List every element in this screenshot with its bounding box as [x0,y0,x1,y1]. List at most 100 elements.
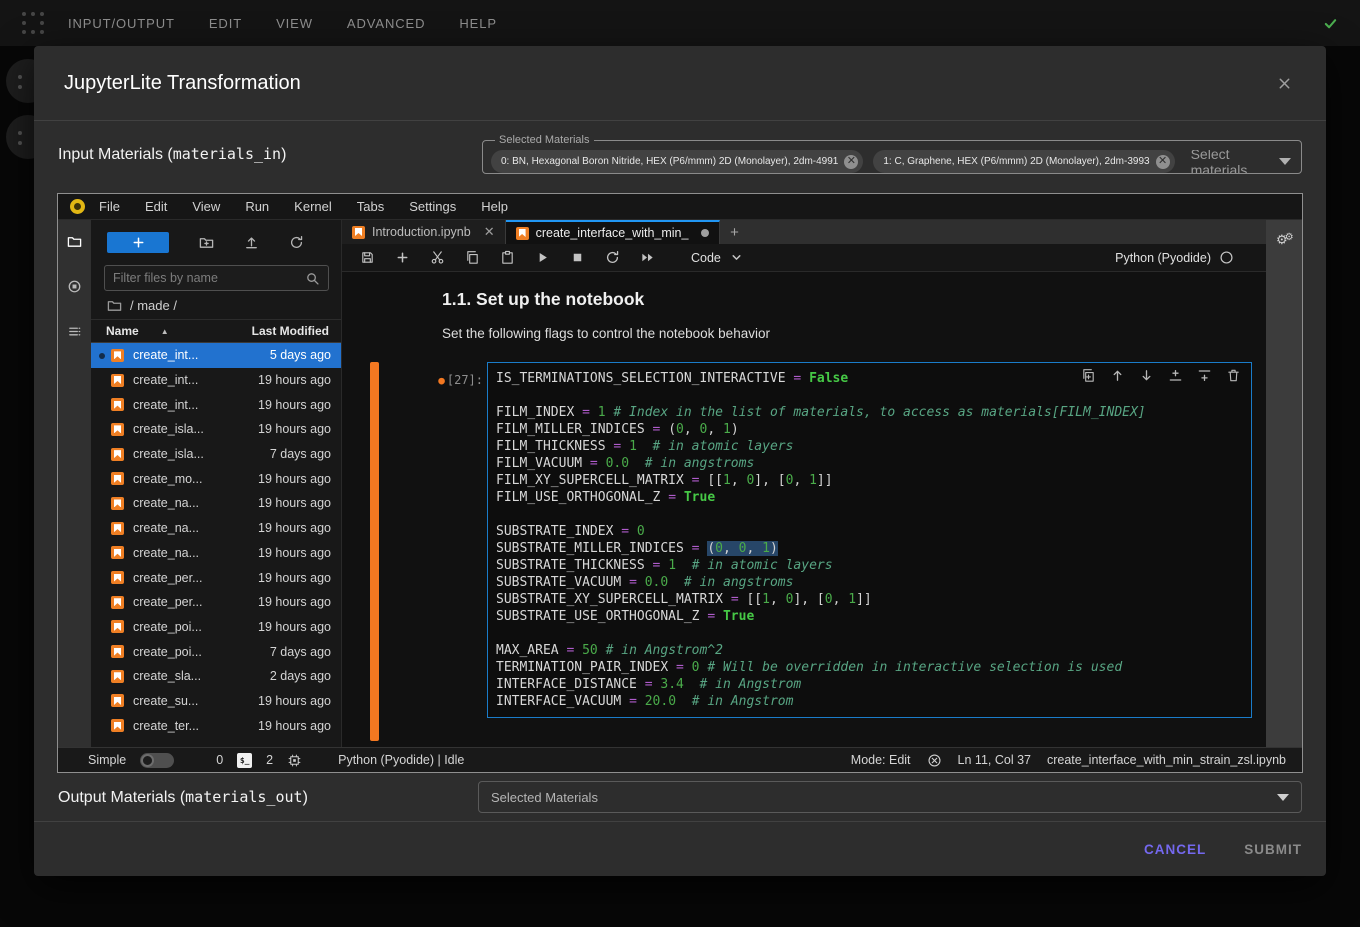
material-chip[interactable]: 1: C, Graphene, HEX (P6/mmm) 2D (Monolay… [873,150,1174,173]
cell-type-select[interactable]: Code [691,251,721,265]
jlab-menu-item-run[interactable]: Run [245,199,269,214]
app-menu-item-advanced[interactable]: ADVANCED [347,16,425,31]
select-materials-placeholder[interactable]: Select materials [1191,150,1267,173]
file-row[interactable]: create_na...19 hours ago [91,516,341,541]
file-row[interactable]: create_isla...19 hours ago [91,417,341,442]
kernel-indicator[interactable]: Python (Pyodide) [1115,250,1254,265]
duplicate-cell-icon[interactable] [1081,368,1096,383]
jlab-menu-item-file[interactable]: File [99,199,120,214]
jlab-menu-item-tabs[interactable]: Tabs [357,199,384,214]
cell-collapser[interactable] [370,362,379,741]
code-cell[interactable]: ●[27]: IS_TERMINATIONS_SELECTION_INTERAC… [342,362,1266,741]
delete-cell-icon[interactable] [1226,368,1241,383]
file-filter-box[interactable] [104,265,329,291]
file-row[interactable]: create_per...19 hours ago [91,565,341,590]
app-menu-item-help[interactable]: HELP [459,16,497,31]
file-name: create_int... [133,348,198,362]
kernels-count[interactable]: 2 [266,753,273,767]
app-menu-item-view[interactable]: VIEW [276,16,313,31]
file-list-header[interactable]: Name ▲ Last Modified [91,319,341,343]
grid-dots-icon[interactable] [22,12,44,34]
file-row[interactable]: create_int...19 hours ago [91,392,341,417]
run-all-cells-icon[interactable] [640,250,655,265]
insert-cell-below-icon[interactable] [1197,368,1212,383]
file-row[interactable]: create_na...19 hours ago [91,491,341,516]
new-tab-button[interactable]: + [720,220,748,244]
output-materials-select[interactable]: Selected Materials [478,781,1302,813]
breadcrumb-path[interactable]: / made / [130,298,177,313]
settings-gears-icon[interactable]: ⚙⚙ [1276,232,1291,248]
cell-type-caret-icon[interactable] [729,250,744,265]
app-menu-item-input-output[interactable]: INPUT/OUTPUT [68,16,175,31]
output-materials-label: Output Materials (materials_out) [58,788,308,807]
jlab-menu-item-help[interactable]: Help [481,199,508,214]
terminals-count[interactable]: 0 [216,753,223,767]
trust-shield-icon[interactable] [927,753,942,768]
app-menu-item-edit[interactable]: EDIT [209,16,242,31]
column-last-modified[interactable]: Last Modified [252,324,329,338]
paste-cells-icon[interactable] [500,250,515,265]
selected-materials-fieldset[interactable]: Selected Materials 0: BN, Hexagonal Boro… [482,134,1302,174]
new-launcher-button[interactable] [107,232,169,253]
file-row[interactable]: create_na...19 hours ago [91,541,341,566]
material-chip[interactable]: 0: BN, Hexagonal Boron Nitride, HEX (P6/… [491,150,863,173]
cancel-button[interactable]: CANCEL [1144,842,1206,857]
file-row[interactable]: create_int...5 days ago [91,343,341,368]
save-icon[interactable] [360,250,375,265]
refresh-icon[interactable] [289,235,304,250]
file-row[interactable]: create_isla...7 days ago [91,442,341,467]
tab-create-interface[interactable]: create_interface_with_min_ [506,220,721,244]
chip-delete-icon[interactable]: ✕ [844,155,858,169]
file-modified: 19 hours ago [258,719,331,733]
restart-kernel-icon[interactable] [605,250,620,265]
file-row[interactable]: create_per...19 hours ago [91,590,341,615]
input-label-prefix: Input Materials ( [58,146,173,163]
cursor-position[interactable]: Ln 11, Col 37 [958,753,1031,767]
jlab-menu-item-view[interactable]: View [192,199,220,214]
submit-button[interactable]: SUBMIT [1244,842,1302,857]
tab-label[interactable]: Introduction.ipynb [372,225,471,239]
running-kernels-icon[interactable] [67,279,82,294]
jlab-menu-item-edit[interactable]: Edit [145,199,167,214]
stop-kernel-icon[interactable] [570,250,585,265]
kernel-status-text[interactable]: Python (Pyodide) | Idle [338,753,464,767]
file-row[interactable]: create_su...19 hours ago [91,689,341,714]
dropdown-caret-icon[interactable] [1277,794,1289,801]
breadcrumb[interactable]: / made / [91,291,341,319]
file-row[interactable]: create_poi...7 days ago [91,639,341,664]
file-modified: 19 hours ago [258,373,331,387]
jlab-menu-item-settings[interactable]: Settings [409,199,456,214]
tab-label[interactable]: create_interface_with_min_ [536,226,689,240]
run-cell-icon[interactable] [535,250,550,265]
file-row[interactable]: create_poi...19 hours ago [91,615,341,640]
cut-cells-icon[interactable] [430,250,445,265]
file-filter-input[interactable] [113,271,305,285]
insert-cell-above-icon[interactable] [1168,368,1183,383]
file-row[interactable]: create_int...19 hours ago [91,368,341,393]
jlab-menu-item-kernel[interactable]: Kernel [294,199,332,214]
dropdown-caret-icon[interactable] [1279,158,1291,165]
table-of-contents-icon[interactable] [67,324,82,339]
file-name: create_mo... [133,472,202,486]
sort-ascending-icon[interactable]: ▲ [161,327,169,336]
file-row[interactable]: create_mo...19 hours ago [91,466,341,491]
simple-mode-toggle[interactable] [140,753,174,768]
file-modified: 7 days ago [270,447,331,461]
file-row[interactable]: create_ter...19 hours ago [91,713,341,738]
close-icon[interactable] [1277,76,1292,91]
insert-cell-icon[interactable] [395,250,410,265]
upload-icon[interactable] [244,235,259,250]
file-browser-icon[interactable] [67,234,82,249]
column-name[interactable]: Name [106,324,139,338]
tab-close-icon[interactable]: ✕ [484,224,495,240]
chip-delete-icon[interactable]: ✕ [1156,155,1170,169]
kernel-name[interactable]: Python (Pyodide) [1115,251,1211,265]
code-editor[interactable]: IS_TERMINATIONS_SELECTION_INTERACTIVE = … [487,362,1252,718]
move-cell-up-icon[interactable] [1110,368,1125,383]
file-row[interactable]: create_sla...2 days ago [91,664,341,689]
new-folder-icon[interactable] [199,235,214,250]
move-cell-down-icon[interactable] [1139,368,1154,383]
copy-cells-icon[interactable] [465,250,480,265]
file-name: create_na... [133,496,199,510]
tab-introduction[interactable]: Introduction.ipynb ✕ [342,220,506,244]
